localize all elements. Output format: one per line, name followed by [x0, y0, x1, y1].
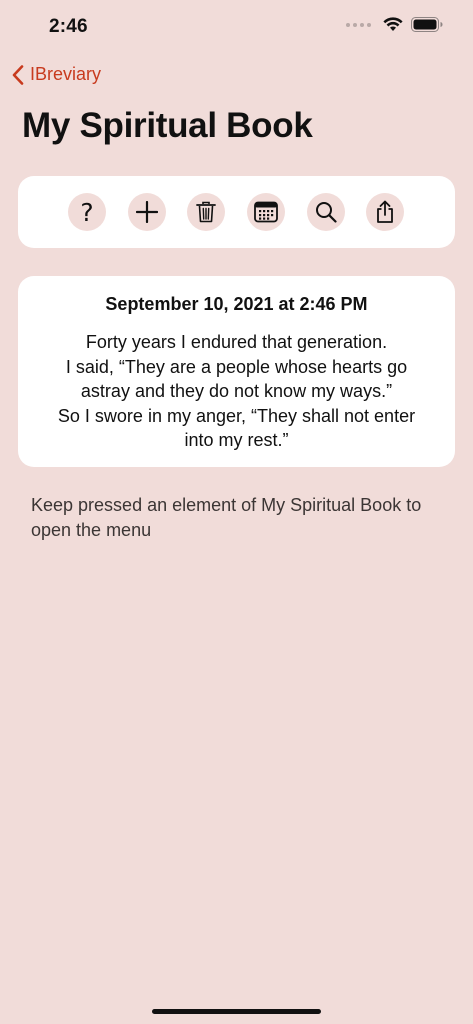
calendar-button[interactable]	[247, 193, 285, 231]
entry-text: Forty years I endured that generation. I…	[42, 330, 431, 453]
search-icon	[316, 202, 337, 223]
entry-line: I said, “They are a people whose hearts …	[65, 356, 408, 377]
status-bar: 2:46	[0, 0, 473, 54]
entry-date: September 10, 2021 at 2:46 PM	[105, 294, 368, 314]
help-button[interactable]: ?	[68, 193, 106, 231]
entry-line: Forty years I endured that generation.	[85, 332, 388, 352]
hint-text: Keep pressed an element of My Spiritual …	[31, 495, 422, 540]
entry-line: astray and they do not know my ways.”	[80, 381, 393, 401]
share-icon	[377, 200, 393, 223]
search-button[interactable]	[307, 193, 345, 231]
entry-line: So I swore in my anger, “They shall not …	[57, 405, 416, 426]
status-indicators	[346, 17, 443, 32]
chevron-left-icon	[12, 64, 24, 85]
back-button[interactable]: IBreviary	[12, 64, 101, 85]
calendar-icon	[254, 201, 278, 223]
trash-icon	[196, 201, 216, 223]
share-button[interactable]	[366, 193, 404, 231]
page-title: My Spiritual Book	[22, 106, 313, 145]
entry-line: into my rest.”	[184, 430, 289, 450]
battery-icon	[411, 17, 443, 32]
back-button-label: IBreviary	[30, 64, 102, 84]
cellular-signal-icon	[346, 22, 371, 27]
delete-button[interactable]	[187, 193, 225, 231]
add-button[interactable]	[128, 193, 166, 231]
help-icon: ?	[80, 197, 94, 227]
home-indicator[interactable]	[152, 1009, 321, 1014]
toolbar: ?	[18, 176, 455, 248]
plus-icon	[136, 201, 158, 223]
wifi-icon	[383, 17, 403, 31]
spiritual-book-entry[interactable]: September 10, 2021 at 2:46 PM Forty year…	[18, 276, 455, 467]
status-time: 2:46	[49, 16, 88, 37]
